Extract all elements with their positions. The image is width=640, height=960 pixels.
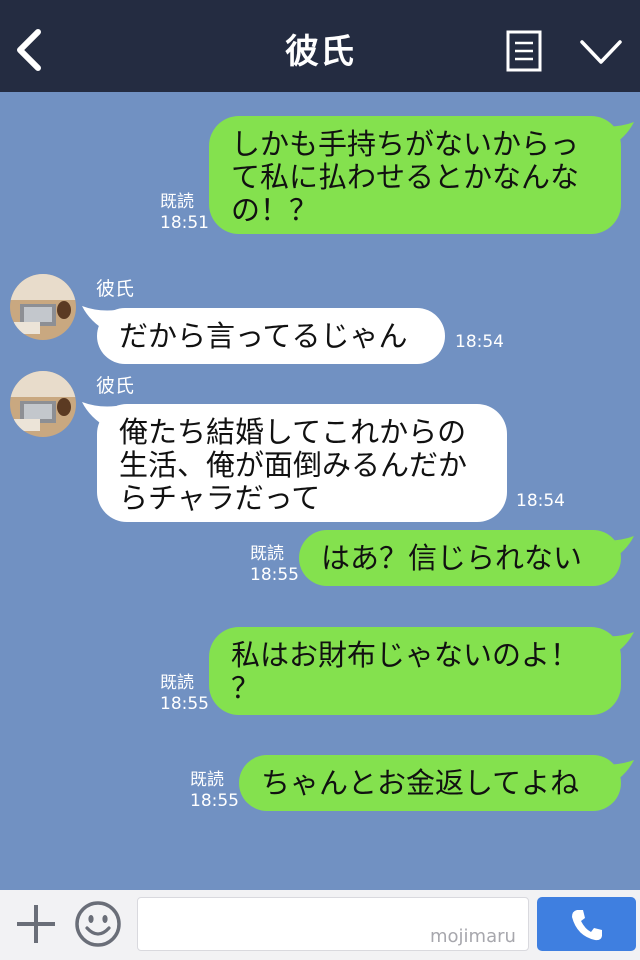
read-receipt: 既読 (250, 544, 284, 564)
menu-icon[interactable] (506, 30, 542, 72)
chat-header: 彼氏 (0, 0, 640, 92)
avatar-image-icon (10, 274, 76, 340)
message-bubble[interactable]: しかも手持ちがないからっ て私に払わせるとかなんな の！？ (209, 116, 621, 234)
message-time: 18:54 (516, 491, 565, 511)
message-bubble[interactable]: 俺たち結婚してこれからの 生活、俺が面倒みるんだか らチャラだって (97, 404, 507, 522)
smile-icon[interactable] (74, 900, 122, 948)
call-button[interactable] (537, 897, 636, 951)
plus-icon[interactable] (14, 902, 58, 946)
message-meta: 既読 18:55 (250, 544, 299, 586)
chevron-down-icon[interactable] (578, 34, 624, 70)
message-meta: 既読 18:51 (160, 192, 209, 234)
message-time: 18:54 (455, 332, 504, 352)
message-bubble[interactable]: ちゃんとお金返してよね (239, 755, 621, 811)
sender-name: 彼氏 (96, 278, 135, 300)
message-bubble[interactable]: はあ？信じられない (299, 530, 621, 586)
avatar[interactable] (10, 274, 76, 340)
message-bubble[interactable]: だから言ってるじゃん (97, 308, 445, 364)
message-time: 18:55 (250, 565, 299, 585)
message-time: 18:55 (190, 791, 239, 811)
read-receipt: 既読 (190, 770, 224, 790)
message-time: 18:51 (160, 213, 209, 233)
message-bubble[interactable]: 私はお財布じゃないのよ！ ？ (209, 627, 621, 715)
message-time: 18:55 (160, 694, 209, 714)
chat-area[interactable]: 既読 18:51 しかも手持ちがないからっ て私に払わせるとかなんな の！？ 彼… (0, 92, 640, 890)
watermark-text: mojimaru (430, 926, 516, 947)
phone-icon (572, 910, 602, 941)
message-meta: 既読 18:55 (190, 770, 239, 812)
chat-title: 彼氏 (285, 32, 355, 72)
read-receipt: 既読 (160, 673, 194, 693)
read-receipt: 既読 (160, 192, 194, 212)
avatar-image-icon (10, 371, 76, 437)
sender-name: 彼氏 (96, 375, 135, 397)
message-meta: 既読 18:55 (160, 673, 209, 715)
avatar[interactable] (10, 371, 76, 437)
